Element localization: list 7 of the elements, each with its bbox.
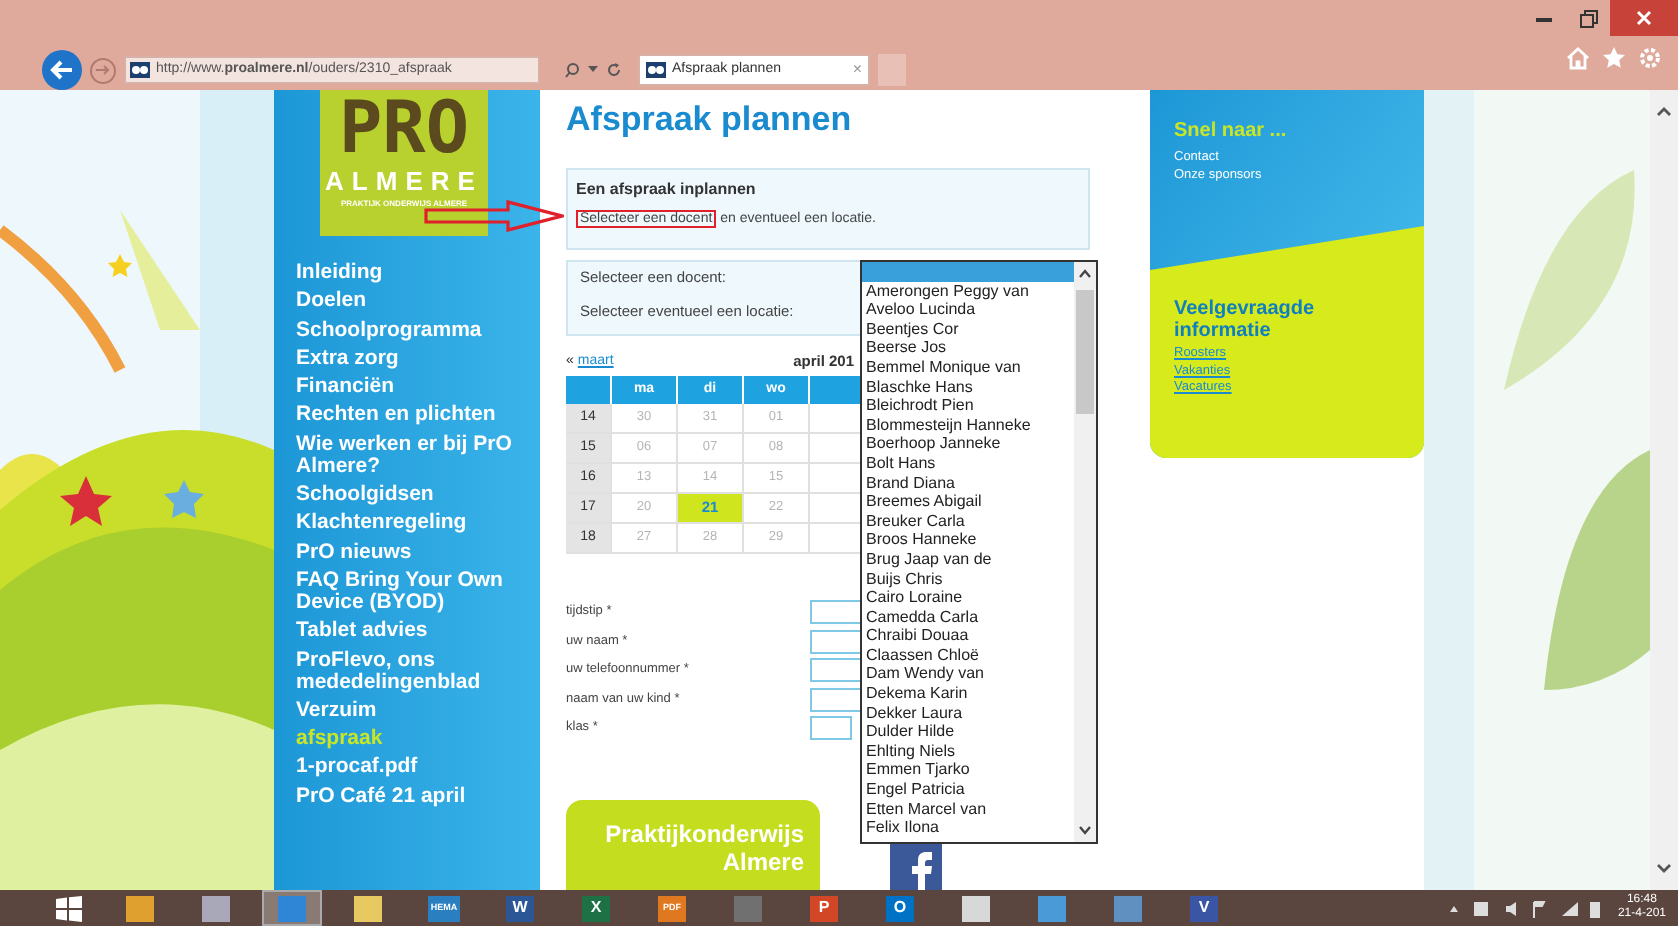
quick-links-title: Snel naar ... (1174, 118, 1289, 146)
banner-text: Praktijkonderwijs Almere (604, 820, 804, 876)
intro-heading: Een afspraak inplannen (576, 178, 758, 202)
page-title: Afspraak plannen (566, 98, 854, 142)
logo-mark: PRO (338, 94, 470, 166)
logo-name: ALMERE (325, 166, 483, 198)
faq-title: Veelgevraagde informatie (1174, 298, 1317, 342)
